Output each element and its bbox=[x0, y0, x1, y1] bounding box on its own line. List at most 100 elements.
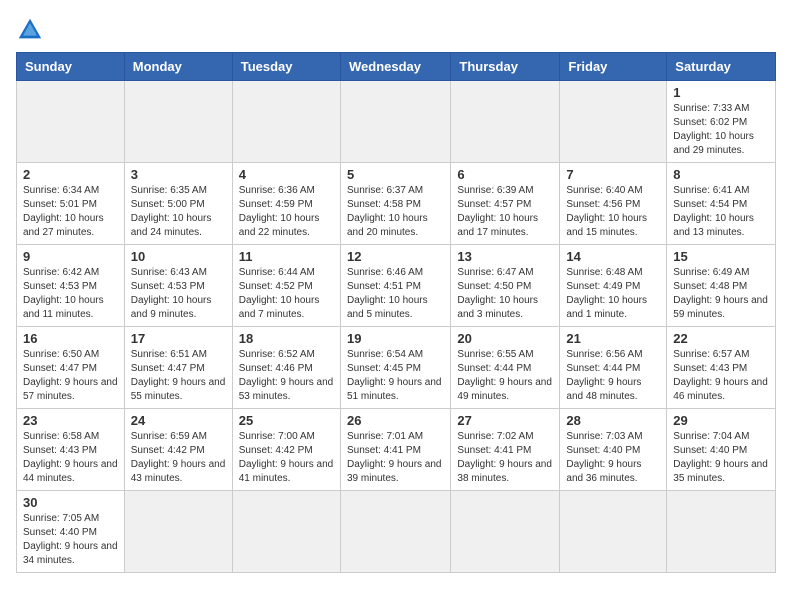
cell-3-1: 17 Sunrise: 6:51 AM Sunset: 4:47 PM Dayli… bbox=[124, 327, 232, 409]
day-info: Sunrise: 6:48 AM Sunset: 4:49 PM Dayligh… bbox=[566, 266, 660, 322]
day-info: Sunrise: 6:44 AM Sunset: 4:52 PM Dayligh… bbox=[239, 266, 334, 322]
day-number: 21 bbox=[566, 331, 660, 346]
cell-4-5: 28Sunrise: 7:03 AM Sunset: 4:40 PM Dayli… bbox=[560, 409, 667, 491]
day-number: 19 bbox=[347, 331, 444, 346]
day-number: 9 bbox=[23, 249, 118, 264]
cell-2-4: 13 Sunrise: 6:47 AM Sunset: 4:50 PM Dayli… bbox=[451, 245, 560, 327]
cell-3-2: 18 Sunrise: 6:52 AM Sunset: 4:46 PM Dayli… bbox=[232, 327, 340, 409]
cell-3-0: 16 Sunrise: 6:50 AM Sunset: 4:47 PM Dayli… bbox=[17, 327, 125, 409]
week-row-3: 9 Sunrise: 6:42 AM Sunset: 4:53 PM Daylig… bbox=[17, 245, 776, 327]
day-number: 12 bbox=[347, 249, 444, 264]
day-info: Sunrise: 6:51 AM Sunset: 4:47 PM Dayligh… bbox=[131, 348, 226, 404]
day-number: 4 bbox=[239, 167, 334, 182]
cell-0-1 bbox=[124, 81, 232, 163]
day-number: 5 bbox=[347, 167, 444, 182]
cell-1-3: 5 Sunrise: 6:37 AM Sunset: 4:58 PM Daylig… bbox=[340, 163, 450, 245]
cell-5-1 bbox=[124, 491, 232, 573]
day-number: 3 bbox=[131, 167, 226, 182]
week-row-4: 16 Sunrise: 6:50 AM Sunset: 4:47 PM Dayli… bbox=[17, 327, 776, 409]
calendar-header: Sunday Monday Tuesday Wednesday Thursday… bbox=[17, 53, 776, 81]
cell-4-4: 27Sunrise: 7:02 AM Sunset: 4:41 PM Dayli… bbox=[451, 409, 560, 491]
cell-0-2 bbox=[232, 81, 340, 163]
cell-0-4 bbox=[451, 81, 560, 163]
cell-2-5: 14 Sunrise: 6:48 AM Sunset: 4:49 PM Dayli… bbox=[560, 245, 667, 327]
day-number: 27 bbox=[457, 413, 553, 428]
cell-4-0: 23Sunrise: 6:58 AM Sunset: 4:43 PM Dayli… bbox=[17, 409, 125, 491]
cell-4-2: 25 Sunrise: 7:00 AM Sunset: 4:42 PM Dayli… bbox=[232, 409, 340, 491]
day-info: Sunrise: 6:57 AM Sunset: 4:43 PM Dayligh… bbox=[673, 348, 769, 404]
day-info: Sunrise: 6:37 AM Sunset: 4:58 PM Dayligh… bbox=[347, 184, 444, 240]
day-number: 30 bbox=[23, 495, 118, 510]
week-row-1: 1Sunrise: 7:33 AM Sunset: 6:02 PM Daylig… bbox=[17, 81, 776, 163]
calendar-table: Sunday Monday Tuesday Wednesday Thursday… bbox=[16, 52, 776, 573]
cell-5-3 bbox=[340, 491, 450, 573]
col-thursday: Thursday bbox=[451, 53, 560, 81]
day-number: 2 bbox=[23, 167, 118, 182]
day-number: 17 bbox=[131, 331, 226, 346]
cell-4-1: 24 Sunrise: 6:59 AM Sunset: 4:42 PM Dayli… bbox=[124, 409, 232, 491]
cell-5-0: 30 Sunrise: 7:05 AM Sunset: 4:40 PM Dayli… bbox=[17, 491, 125, 573]
cell-3-3: 19 Sunrise: 6:54 AM Sunset: 4:45 PM Dayli… bbox=[340, 327, 450, 409]
cell-2-6: 15Sunrise: 6:49 AM Sunset: 4:48 PM Dayli… bbox=[667, 245, 776, 327]
cell-1-1: 3 Sunrise: 6:35 AM Sunset: 5:00 PM Daylig… bbox=[124, 163, 232, 245]
cell-5-5 bbox=[560, 491, 667, 573]
day-number: 14 bbox=[566, 249, 660, 264]
header-row: Sunday Monday Tuesday Wednesday Thursday… bbox=[17, 53, 776, 81]
day-info: Sunrise: 7:01 AM Sunset: 4:41 PM Dayligh… bbox=[347, 430, 444, 486]
day-info: Sunrise: 6:54 AM Sunset: 4:45 PM Dayligh… bbox=[347, 348, 444, 404]
cell-5-6 bbox=[667, 491, 776, 573]
day-number: 24 bbox=[131, 413, 226, 428]
calendar-body: 1Sunrise: 7:33 AM Sunset: 6:02 PM Daylig… bbox=[17, 81, 776, 573]
cell-3-4: 20Sunrise: 6:55 AM Sunset: 4:44 PM Dayli… bbox=[451, 327, 560, 409]
cell-5-2 bbox=[232, 491, 340, 573]
logo bbox=[16, 16, 48, 44]
day-number: 8 bbox=[673, 167, 769, 182]
cell-0-0 bbox=[17, 81, 125, 163]
cell-1-2: 4 Sunrise: 6:36 AM Sunset: 4:59 PM Daylig… bbox=[232, 163, 340, 245]
day-info: Sunrise: 6:36 AM Sunset: 4:59 PM Dayligh… bbox=[239, 184, 334, 240]
day-number: 29 bbox=[673, 413, 769, 428]
cell-0-6: 1Sunrise: 7:33 AM Sunset: 6:02 PM Daylig… bbox=[667, 81, 776, 163]
day-number: 28 bbox=[566, 413, 660, 428]
cell-5-4 bbox=[451, 491, 560, 573]
cell-3-6: 22 Sunrise: 6:57 AM Sunset: 4:43 PM Dayli… bbox=[667, 327, 776, 409]
day-info: Sunrise: 6:35 AM Sunset: 5:00 PM Dayligh… bbox=[131, 184, 226, 240]
day-info: Sunrise: 6:42 AM Sunset: 4:53 PM Dayligh… bbox=[23, 266, 118, 322]
week-row-2: 2 Sunrise: 6:34 AM Sunset: 5:01 PM Daylig… bbox=[17, 163, 776, 245]
day-info: Sunrise: 6:46 AM Sunset: 4:51 PM Dayligh… bbox=[347, 266, 444, 322]
cell-3-5: 21Sunrise: 6:56 AM Sunset: 4:44 PM Dayli… bbox=[560, 327, 667, 409]
col-wednesday: Wednesday bbox=[340, 53, 450, 81]
col-monday: Monday bbox=[124, 53, 232, 81]
day-info: Sunrise: 6:47 AM Sunset: 4:50 PM Dayligh… bbox=[457, 266, 553, 322]
day-number: 16 bbox=[23, 331, 118, 346]
col-saturday: Saturday bbox=[667, 53, 776, 81]
cell-0-5 bbox=[560, 81, 667, 163]
logo-icon bbox=[16, 16, 44, 44]
day-info: Sunrise: 6:52 AM Sunset: 4:46 PM Dayligh… bbox=[239, 348, 334, 404]
cell-1-4: 6Sunrise: 6:39 AM Sunset: 4:57 PM Daylig… bbox=[451, 163, 560, 245]
day-number: 25 bbox=[239, 413, 334, 428]
day-info: Sunrise: 6:59 AM Sunset: 4:42 PM Dayligh… bbox=[131, 430, 226, 486]
day-info: Sunrise: 7:33 AM Sunset: 6:02 PM Dayligh… bbox=[673, 102, 769, 158]
week-row-5: 23Sunrise: 6:58 AM Sunset: 4:43 PM Dayli… bbox=[17, 409, 776, 491]
day-info: Sunrise: 7:04 AM Sunset: 4:40 PM Dayligh… bbox=[673, 430, 769, 486]
day-number: 13 bbox=[457, 249, 553, 264]
header bbox=[16, 16, 776, 44]
day-number: 22 bbox=[673, 331, 769, 346]
col-tuesday: Tuesday bbox=[232, 53, 340, 81]
cell-2-3: 12 Sunrise: 6:46 AM Sunset: 4:51 PM Dayli… bbox=[340, 245, 450, 327]
day-number: 26 bbox=[347, 413, 444, 428]
col-friday: Friday bbox=[560, 53, 667, 81]
cell-2-2: 11Sunrise: 6:44 AM Sunset: 4:52 PM Dayli… bbox=[232, 245, 340, 327]
day-info: Sunrise: 6:39 AM Sunset: 4:57 PM Dayligh… bbox=[457, 184, 553, 240]
day-number: 10 bbox=[131, 249, 226, 264]
day-number: 23 bbox=[23, 413, 118, 428]
day-number: 18 bbox=[239, 331, 334, 346]
day-info: Sunrise: 6:34 AM Sunset: 5:01 PM Dayligh… bbox=[23, 184, 118, 240]
day-info: Sunrise: 7:05 AM Sunset: 4:40 PM Dayligh… bbox=[23, 512, 118, 568]
day-number: 7 bbox=[566, 167, 660, 182]
cell-4-3: 26 Sunrise: 7:01 AM Sunset: 4:41 PM Dayli… bbox=[340, 409, 450, 491]
day-info: Sunrise: 7:00 AM Sunset: 4:42 PM Dayligh… bbox=[239, 430, 334, 486]
day-info: Sunrise: 6:50 AM Sunset: 4:47 PM Dayligh… bbox=[23, 348, 118, 404]
cell-2-0: 9 Sunrise: 6:42 AM Sunset: 4:53 PM Daylig… bbox=[17, 245, 125, 327]
